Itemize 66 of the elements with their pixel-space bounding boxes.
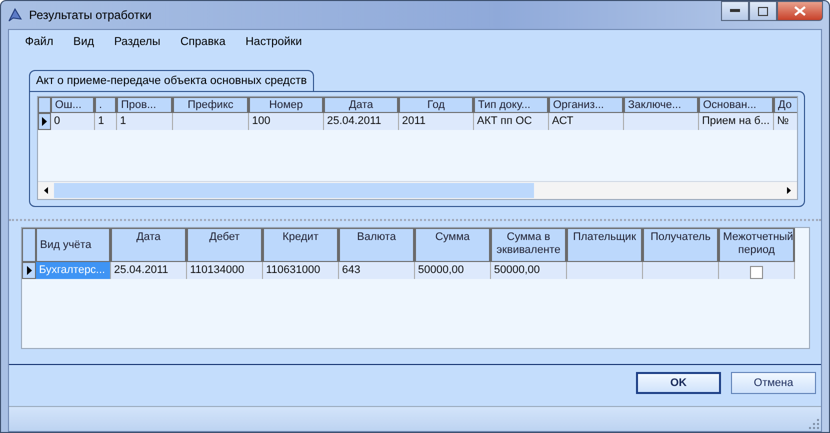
column-header[interactable]: Сумма в эквиваленте [491, 228, 567, 262]
table-cell: 1 [117, 113, 173, 130]
table-cell: 50000,00 [415, 262, 491, 279]
table-cell: Прием на б... [699, 113, 774, 130]
table-cell: № [774, 113, 797, 130]
column-header[interactable]: Год [399, 97, 474, 113]
column-header[interactable]: Плательщик [567, 228, 643, 262]
checkbox[interactable] [750, 266, 763, 279]
column-header[interactable]: Организ... [549, 97, 624, 113]
column-header[interactable]: Кредит [263, 228, 339, 262]
table-cell: 50000,00 [491, 262, 567, 279]
table-cell: АСТ [549, 113, 624, 130]
column-header[interactable]: Дебет [187, 228, 263, 262]
menu-item[interactable]: Файл [17, 36, 62, 56]
column-header[interactable]: Получатель [643, 228, 719, 262]
column-header[interactable]: Заключе... [624, 97, 699, 113]
dialog-button[interactable]: OK [636, 372, 721, 394]
column-header[interactable]: Валюта [339, 228, 415, 262]
row-header [22, 228, 36, 262]
current-row-icon [42, 117, 47, 126]
column-header[interactable]: Дата [324, 97, 399, 113]
minimize-icon [730, 9, 740, 13]
table-cell: АКТ пп ОС [474, 113, 549, 130]
table-cell: 110134000 [187, 262, 263, 279]
horizontal-scrollbar[interactable] [38, 181, 797, 199]
column-header[interactable]: Номер [249, 97, 324, 113]
column-header[interactable]: Префикс [173, 97, 249, 113]
column-header[interactable]: . [95, 97, 117, 113]
table-cell: 25.04.2011 [324, 113, 399, 130]
maximize-button[interactable] [749, 1, 777, 21]
table-cell: 1 [95, 113, 117, 130]
column-header[interactable]: Основан... [699, 97, 774, 113]
app-icon [7, 7, 23, 23]
column-header[interactable]: Ош... [51, 97, 95, 113]
tab[interactable]: Акт о приеме-передаче объекта основных средств [29, 70, 314, 91]
menu-item[interactable]: Разделы [106, 36, 168, 56]
column-header[interactable]: Межотчетный период [719, 228, 795, 262]
column-header[interactable]: Тип доку... [474, 97, 549, 113]
menu-item[interactable]: Вид [65, 36, 102, 56]
close-button[interactable] [777, 1, 823, 21]
menu-item[interactable]: Настройки [238, 36, 310, 56]
column-header[interactable]: Пров... [117, 97, 173, 113]
row-marker[interactable] [22, 262, 36, 279]
current-row-icon [26, 266, 32, 275]
close-icon [794, 6, 806, 16]
resize-grip-icon[interactable] [809, 419, 819, 429]
table-cell: 110631000 [263, 262, 339, 279]
column-header[interactable]: Вид учёта [36, 228, 111, 262]
row-marker[interactable] [38, 113, 51, 130]
minimize-button[interactable] [721, 1, 749, 21]
table-cell: 0 [51, 113, 95, 130]
column-header[interactable]: Сумма [415, 228, 491, 262]
table-cell: Бухгалтерс... [36, 262, 111, 279]
table-cell: 100 [249, 113, 324, 130]
row-header [38, 97, 51, 113]
column-header[interactable]: До [774, 97, 797, 113]
scroll-left-icon[interactable] [44, 187, 48, 194]
scroll-right-icon[interactable] [787, 187, 791, 194]
maximize-icon [758, 6, 768, 16]
table-cell: 25.04.2011 [111, 262, 187, 279]
menu-item[interactable]: Справка [172, 36, 234, 56]
table-cell: 2011 [399, 113, 474, 130]
dialog-button[interactable]: Отмена [731, 372, 816, 394]
table-cell: 643 [339, 262, 415, 279]
window-title: Результаты отработки [29, 8, 152, 22]
column-header[interactable]: Дата [111, 228, 187, 262]
